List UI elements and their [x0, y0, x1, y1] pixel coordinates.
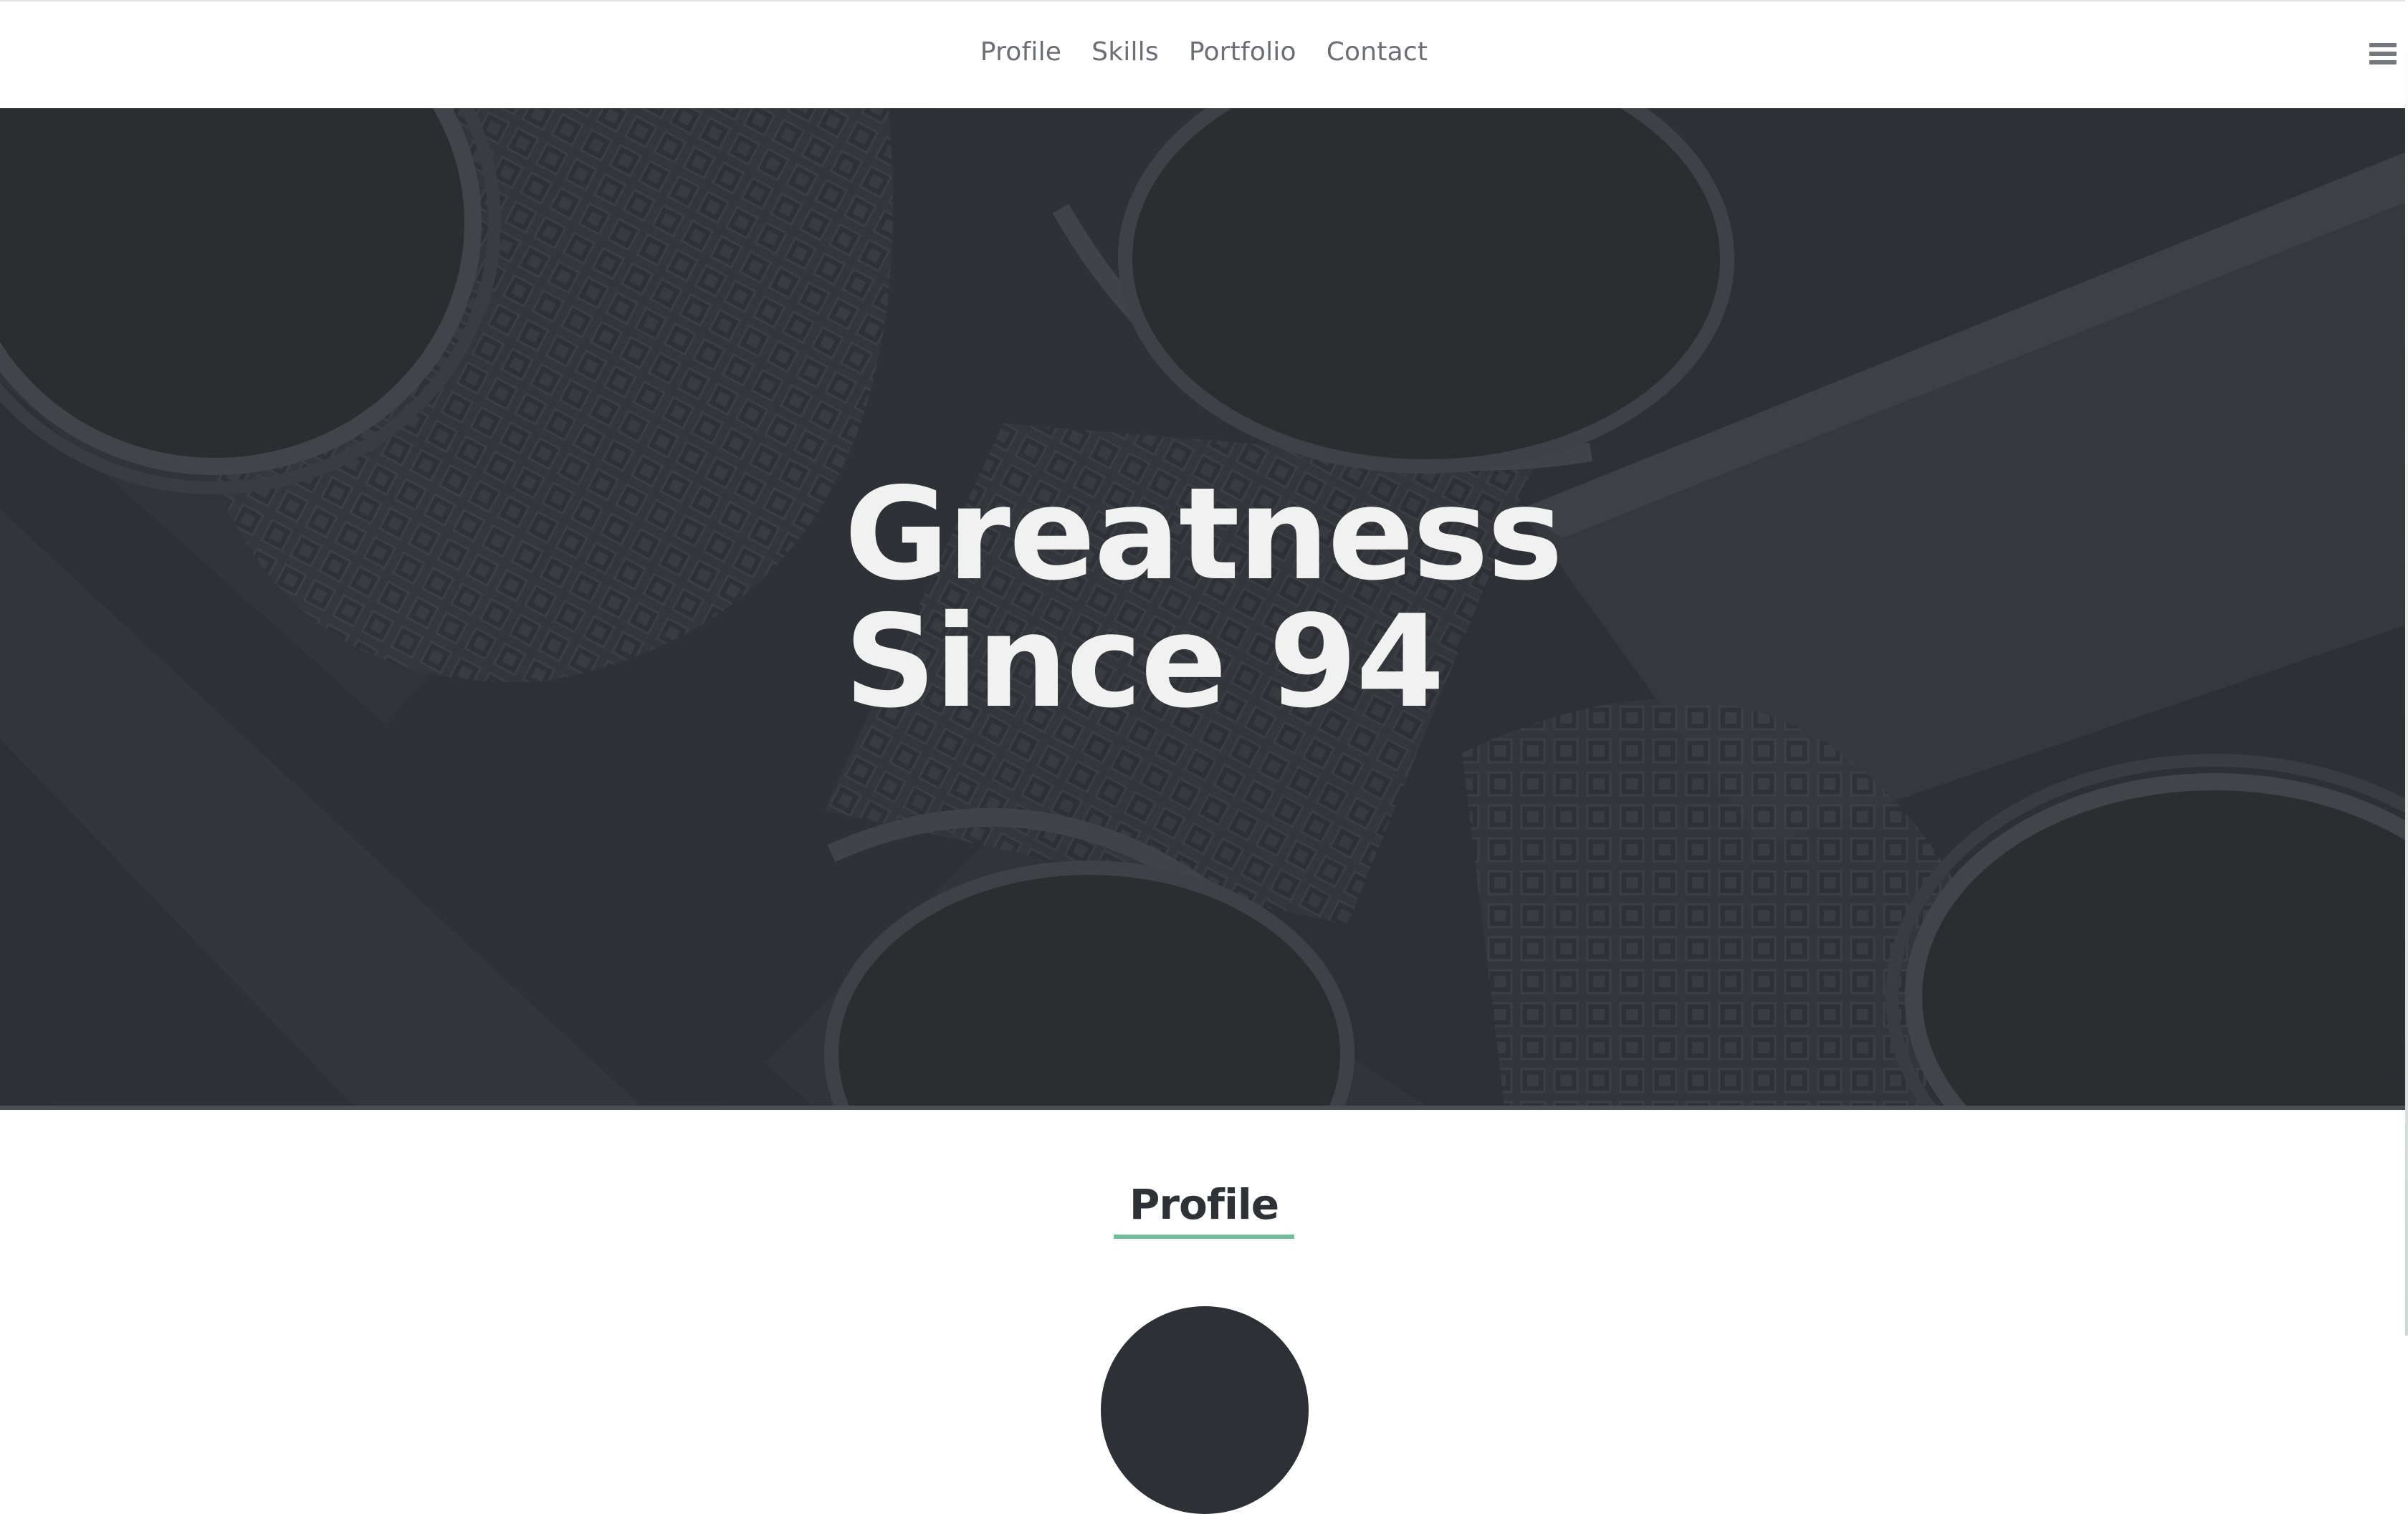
- nav-link-contact[interactable]: Contact: [1325, 33, 1429, 71]
- hero-banner: Greatness Since 94: [0, 108, 2408, 1110]
- profile-section: Profile: [0, 1114, 2408, 1514]
- page-edge: [2405, 0, 2408, 1336]
- avatar: [1101, 1306, 1309, 1514]
- nav-link-skills[interactable]: Skills: [1090, 33, 1160, 71]
- nav-link-portfolio[interactable]: Portfolio: [1188, 33, 1298, 71]
- nav-links: Profile Skills Portfolio Contact: [0, 33, 2408, 71]
- section-heading: Profile: [0, 1180, 2408, 1239]
- top-navigation: Profile Skills Portfolio Contact: [0, 0, 2408, 108]
- profile-heading: Profile: [1113, 1180, 1295, 1239]
- hero-title-line-2: Since 94: [844, 588, 1445, 736]
- hero-title-line-1: Greatness: [844, 460, 1563, 608]
- nav-link-profile[interactable]: Profile: [979, 33, 1063, 71]
- hamburger-menu-icon[interactable]: [2369, 43, 2397, 67]
- hero-title: Greatness Since 94: [844, 460, 1563, 736]
